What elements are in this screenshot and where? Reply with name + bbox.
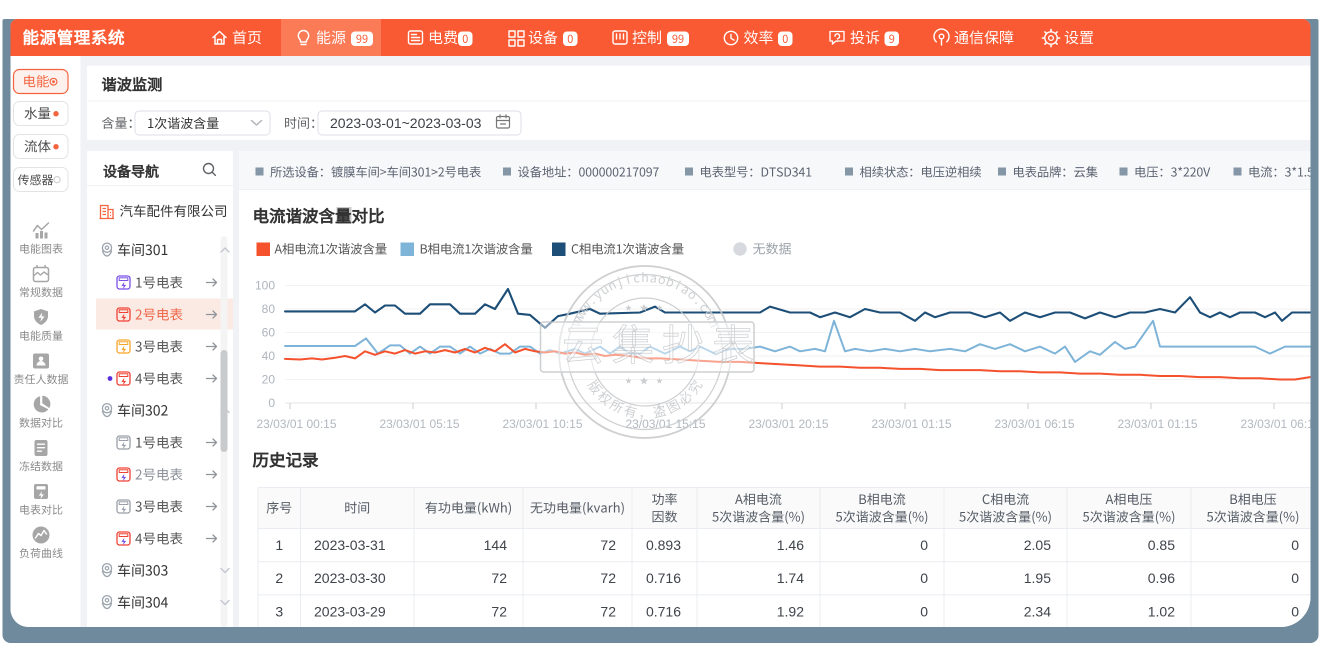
svg-text:2023-03-01~2023-03-03: 2023-03-01~2023-03-03: [330, 115, 482, 131]
svg-text:1.74: 1.74: [777, 570, 804, 586]
svg-text:0: 0: [1291, 570, 1299, 586]
svg-text:0: 0: [920, 603, 928, 619]
svg-text:0: 0: [1291, 537, 1299, 553]
svg-text:80: 80: [262, 302, 276, 316]
svg-text:23/03/01 01:15: 23/03/01 01:15: [871, 417, 951, 431]
svg-text:23/03/01 20:15: 23/03/01 20:15: [748, 417, 828, 431]
svg-text:2023-03-31: 2023-03-31: [314, 537, 386, 553]
svg-text:72: 72: [491, 603, 507, 619]
svg-text:1.92: 1.92: [777, 603, 804, 619]
svg-text:0.716: 0.716: [646, 603, 681, 619]
svg-text:2: 2: [275, 570, 283, 586]
svg-text:20: 20: [262, 373, 276, 387]
svg-text:72: 72: [491, 570, 507, 586]
svg-text:144: 144: [484, 537, 508, 553]
svg-text:23/03/01 01:15: 23/03/01 01:15: [1117, 417, 1197, 431]
svg-text:72: 72: [600, 603, 616, 619]
svg-text:0: 0: [1291, 603, 1299, 619]
svg-text:72: 72: [600, 537, 616, 553]
svg-text:23/03/01 05:15: 23/03/01 05:15: [379, 417, 459, 431]
svg-text:0.716: 0.716: [646, 570, 681, 586]
svg-text:23/03/01 06:15: 23/03/01 06:15: [994, 417, 1074, 431]
svg-text:0.85: 0.85: [1148, 537, 1175, 553]
svg-text:60: 60: [262, 326, 276, 340]
svg-text:0: 0: [920, 537, 928, 553]
svg-text:3: 3: [275, 603, 283, 619]
svg-text:0: 0: [268, 396, 275, 410]
svg-text:2.34: 2.34: [1024, 603, 1051, 619]
svg-text:2023-03-30: 2023-03-30: [314, 570, 386, 586]
svg-text:40: 40: [262, 349, 276, 363]
svg-text:1.46: 1.46: [777, 537, 804, 553]
svg-text:23/03/01 00:15: 23/03/01 00:15: [256, 417, 336, 431]
svg-text:0.893: 0.893: [646, 537, 681, 553]
svg-text:2023-03-29: 2023-03-29: [314, 603, 386, 619]
svg-text:0.96: 0.96: [1148, 570, 1175, 586]
svg-text:0: 0: [920, 570, 928, 586]
svg-text:23/03/01 10:15: 23/03/01 10:15: [502, 417, 582, 431]
svg-text:1.02: 1.02: [1148, 603, 1175, 619]
svg-text:23/03/01 06:15: 23/03/01 06:15: [1240, 417, 1320, 431]
svg-text:72: 72: [600, 570, 616, 586]
svg-text:1.95: 1.95: [1024, 570, 1051, 586]
svg-text:100: 100: [255, 279, 275, 293]
svg-text:2.05: 2.05: [1024, 537, 1051, 553]
svg-text:1: 1: [275, 537, 283, 553]
